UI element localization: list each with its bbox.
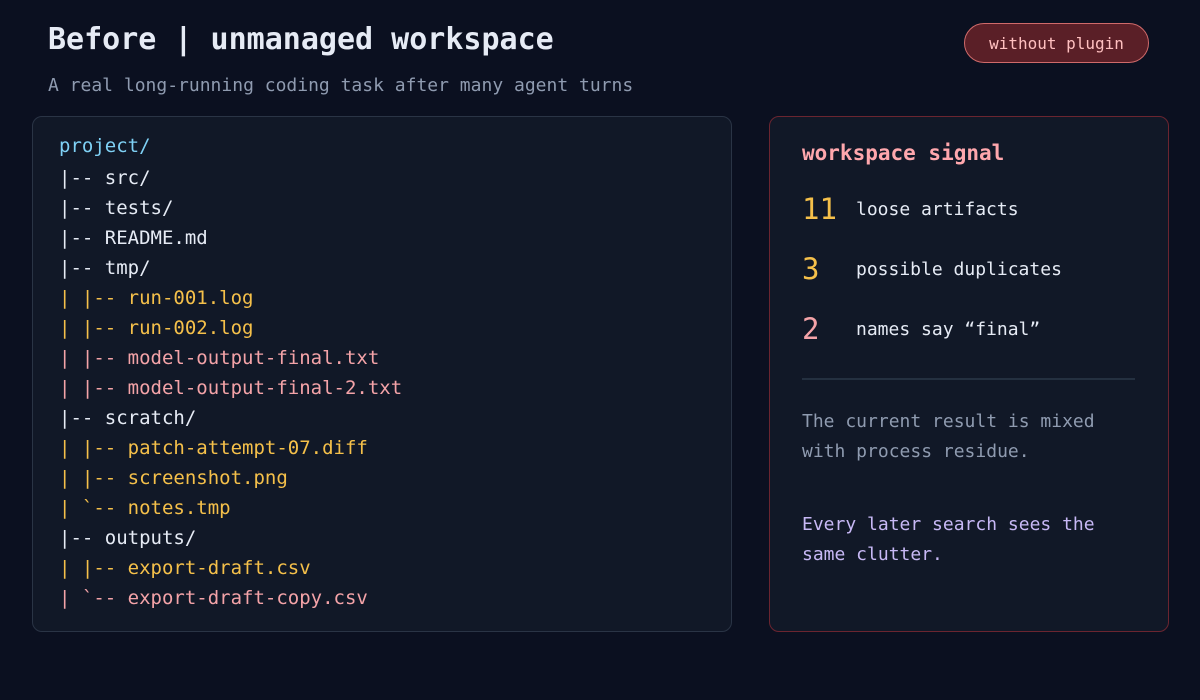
stat-label: names say “final” [856,318,1041,340]
tree-item-outputs: |-- outputs/ [59,527,197,549]
tree-item-src: |-- src/ [59,167,151,189]
tree-item-run-002-log: | |-- run-002.log [59,317,254,339]
stat-label: possible duplicates [856,258,1062,280]
page-subtitle: A real long-running coding task after ma… [48,75,634,96]
tree-item-patch-attempt: | |-- patch-attempt-07.diff [59,437,368,459]
file-tree-panel: project/ |-- src/ |-- tests/ |-- README.… [32,116,732,632]
tree-item-scratch: |-- scratch/ [59,407,197,429]
divider [802,378,1135,380]
stat-value: 2 [802,312,820,346]
signal-heading: workspace signal [802,141,1005,165]
stat-value: 3 [802,252,820,286]
stat-label: loose artifacts [856,198,1019,220]
stat-value: 11 [802,192,837,226]
note-mixed-result: The current result is mixed with process… [802,411,1095,462]
tree-item-tmp: |-- tmp/ [59,257,151,279]
status-badge: without plugin [964,23,1149,63]
page-title: Before | unmanaged workspace [48,22,554,57]
tree-item-notes-tmp: | `-- notes.tmp [59,497,231,519]
tree-item-export-draft-copy: | `-- export-draft-copy.csv [59,587,368,609]
tree-item-model-output-final: | |-- model-output-final.txt [59,347,380,369]
note-search-clutter: Every later search sees the same clutter… [802,514,1095,565]
stat-possible-duplicates: 3 possible duplicates [802,249,1062,289]
tree-item-readme: |-- README.md [59,227,208,249]
tree-root-project: project/ [59,135,151,157]
tree-item-tests: |-- tests/ [59,197,174,219]
tree-item-model-output-final-2: | |-- model-output-final-2.txt [59,377,403,399]
stat-loose-artifacts: 11 loose artifacts [802,189,1019,229]
workspace-signal-panel: workspace signal 11 loose artifacts 3 po… [769,116,1169,632]
stat-names-say-final: 2 names say “final” [802,309,1040,349]
tree-item-screenshot: | |-- screenshot.png [59,467,288,489]
tree-item-run-001-log: | |-- run-001.log [59,287,254,309]
tree-item-export-draft: | |-- export-draft.csv [59,557,311,579]
